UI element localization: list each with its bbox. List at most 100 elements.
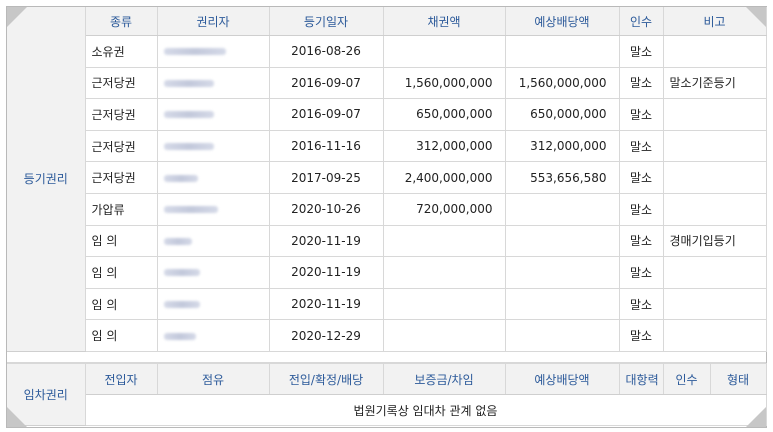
header-lease-takeover: 인수 (663, 363, 711, 395)
header-deposit: 보증금/차임 (383, 363, 506, 395)
table-row: 근저당권 2016-11-16 312,000,000 312,000,000 … (7, 130, 767, 163)
rights-panel: 등기권리 종류 권리자 등기일자 채권액 예상배당액 인수 비고 소유권 201… (6, 6, 767, 428)
cell-amount (383, 256, 506, 289)
cell-amount (383, 319, 506, 352)
cell-note (663, 161, 767, 194)
cell-note (663, 288, 767, 321)
header-occupancy: 점유 (157, 363, 270, 395)
cell-type: 임 의 (85, 319, 158, 352)
header-form: 형태 (710, 363, 767, 395)
cell-amount (383, 288, 506, 321)
header-priority: 대항력 (619, 363, 664, 395)
cell-type: 근저당권 (85, 130, 158, 163)
header-move-in: 전입/확정/배당 (269, 363, 384, 395)
cell-type: 소유권 (85, 35, 158, 68)
cell-type: 임 의 (85, 288, 158, 321)
cell-date: 2016-11-16 (269, 130, 384, 163)
cell-dividend: 312,000,000 (505, 130, 620, 163)
lease-section: 임차권리 전입자 점유 전입/확정/배당 보증금/차임 예상배당액 대항력 인수… (7, 363, 767, 426)
corner-decoration (746, 407, 766, 427)
cell-date: 2016-08-26 (269, 35, 384, 68)
cell-takeover: 말소 (619, 288, 664, 321)
cell-type: 근저당권 (85, 161, 158, 194)
cell-note (663, 35, 767, 68)
table-row: 가압류 2020-10-26 720,000,000 말소 (7, 193, 767, 226)
cell-holder-redacted (157, 130, 270, 163)
cell-holder-redacted (157, 319, 270, 352)
cell-holder-redacted (157, 67, 270, 100)
cell-takeover: 말소 (619, 67, 664, 100)
cell-dividend: 650,000,000 (505, 98, 620, 131)
cell-type: 근저당권 (85, 67, 158, 100)
header-holder: 권리자 (157, 7, 270, 36)
cell-holder-redacted (157, 225, 270, 258)
cell-dividend: 1,560,000,000 (505, 67, 620, 100)
cell-date: 2020-11-19 (269, 288, 384, 321)
cell-holder-redacted (157, 35, 270, 68)
cell-date: 2020-12-29 (269, 319, 384, 352)
cell-holder-redacted (157, 256, 270, 289)
cell-note: 경매기입등기 (663, 225, 767, 258)
cell-amount: 720,000,000 (383, 193, 506, 226)
header-type: 종류 (85, 7, 158, 36)
cell-dividend (505, 225, 620, 258)
cell-amount: 1,560,000,000 (383, 67, 506, 100)
cell-date: 2016-09-07 (269, 67, 384, 100)
cell-type: 근저당권 (85, 98, 158, 131)
cell-takeover: 말소 (619, 256, 664, 289)
cell-note (663, 130, 767, 163)
lease-table: 임차권리 전입자 점유 전입/확정/배당 보증금/차임 예상배당액 대항력 인수… (7, 363, 767, 426)
lease-header-row: 임차권리 전입자 점유 전입/확정/배당 보증금/차임 예상배당액 대항력 인수… (7, 363, 767, 426)
cell-holder-redacted (157, 98, 270, 131)
table-row: 소유권 2016-08-26 말소 (7, 35, 767, 68)
cell-date: 2020-11-19 (269, 256, 384, 289)
cell-dividend (505, 193, 620, 226)
cell-dividend (505, 35, 620, 68)
cell-amount: 2,400,000,000 (383, 161, 506, 194)
cell-date: 2017-09-25 (269, 161, 384, 194)
lease-empty-row: 법원기록상 임대차 관계 없음 (7, 394, 767, 426)
cell-amount: 312,000,000 (383, 130, 506, 163)
cell-amount (383, 35, 506, 68)
registry-section-label: 등기권리 (7, 7, 86, 352)
cell-date: 2020-10-26 (269, 193, 384, 226)
cell-holder-redacted (157, 288, 270, 321)
table-row: 근저당권 2016-09-07 650,000,000 650,000,000 … (7, 98, 767, 131)
cell-takeover: 말소 (619, 225, 664, 258)
table-row: 근저당권 2016-09-07 1,560,000,000 1,560,000,… (7, 67, 767, 100)
cell-takeover: 말소 (619, 35, 664, 68)
cell-date: 2020-11-19 (269, 225, 384, 258)
cell-type: 임 의 (85, 256, 158, 289)
cell-note (663, 256, 767, 289)
header-dividend: 예상배당액 (505, 7, 620, 36)
lease-empty-message: 법원기록상 임대차 관계 없음 (85, 394, 767, 426)
cell-note (663, 319, 767, 352)
cell-type: 임 의 (85, 225, 158, 258)
cell-date: 2016-09-07 (269, 98, 384, 131)
cell-note (663, 193, 767, 226)
cell-takeover: 말소 (619, 193, 664, 226)
cell-dividend: 553,656,580 (505, 161, 620, 194)
cell-takeover: 말소 (619, 319, 664, 352)
header-amount: 채권액 (383, 7, 506, 36)
table-row: 임 의 2020-11-19 말소 경매기입등기 (7, 225, 767, 258)
cell-amount: 650,000,000 (383, 98, 506, 131)
cell-holder-redacted (157, 161, 270, 194)
cell-takeover: 말소 (619, 98, 664, 131)
cell-amount (383, 225, 506, 258)
table-row: 근저당권 2017-09-25 2,400,000,000 553,656,58… (7, 161, 767, 194)
table-row: 임 의 2020-11-19 말소 (7, 256, 767, 289)
cell-takeover: 말소 (619, 161, 664, 194)
cell-type: 가압류 (85, 193, 158, 226)
cell-note: 말소기준등기 (663, 67, 767, 100)
cell-dividend (505, 256, 620, 289)
corner-decoration (746, 7, 766, 27)
header-date: 등기일자 (269, 7, 384, 36)
cell-note (663, 98, 767, 131)
header-lease-dividend: 예상배당액 (505, 363, 620, 395)
registry-table: 등기권리 종류 권리자 등기일자 채권액 예상배당액 인수 비고 소유권 201… (7, 7, 767, 352)
corner-decoration (7, 7, 27, 27)
table-row: 임 의 2020-12-29 말소 (7, 319, 767, 352)
cell-holder-redacted (157, 193, 270, 226)
cell-dividend (505, 288, 620, 321)
